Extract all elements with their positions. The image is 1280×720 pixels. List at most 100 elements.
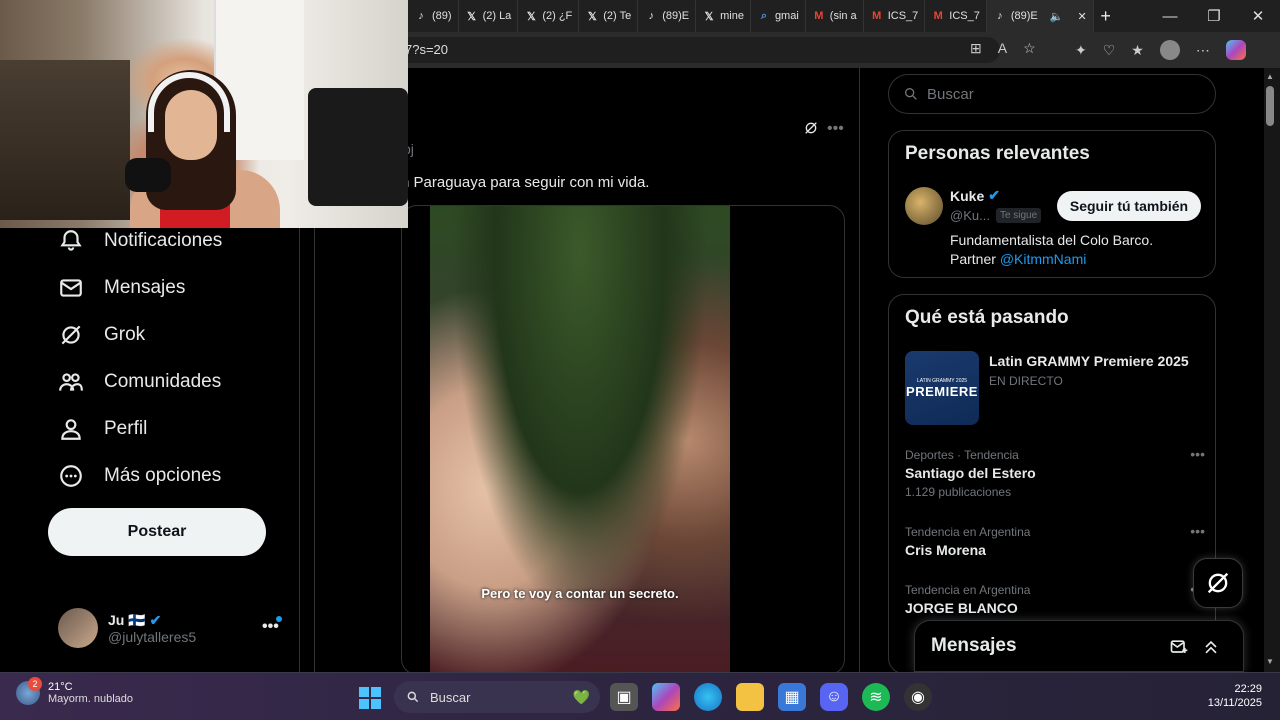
- account-name-row: Ju 🇫🇮 ✔: [108, 612, 196, 629]
- tab-label: (89)E: [1010, 10, 1038, 22]
- window-controls: — ❐ ✕: [1148, 0, 1280, 32]
- bio-link[interactable]: @KitmmNami: [1000, 251, 1087, 267]
- windows-start-icon[interactable]: [359, 687, 381, 709]
- verified-badge-icon: ✔: [988, 187, 1000, 203]
- card-title: Qué está pasando: [905, 307, 1069, 328]
- browser-tab[interactable]: ⌕ gmai: [751, 0, 806, 32]
- extensions-icon[interactable]: ✦: [1075, 42, 1087, 59]
- browser-tab[interactable]: 𝕏 (2) ¿F: [518, 0, 580, 32]
- new-message-icon[interactable]: [1169, 637, 1189, 657]
- nav-notifications[interactable]: Notificaciones: [58, 228, 222, 254]
- expand-icon[interactable]: [1201, 637, 1221, 657]
- browser-tab[interactable]: ♪ (89)E: [638, 0, 697, 32]
- person-icon: [61, 419, 81, 440]
- trend-more-icon[interactable]: •••: [1190, 523, 1205, 539]
- account-name: Ju 🇫🇮: [108, 611, 146, 628]
- follow-back-button[interactable]: Seguir tú también: [1057, 191, 1201, 221]
- split-screen-icon[interactable]: ⊞: [970, 40, 982, 57]
- performance-icon[interactable]: ♡: [1103, 42, 1116, 59]
- trend-context: Tendencia en Argentina: [905, 525, 1031, 539]
- menu-icon[interactable]: ⋯: [1196, 42, 1210, 59]
- x-icon: 𝕏: [526, 10, 536, 23]
- trend-more-icon[interactable]: •••: [1190, 446, 1205, 462]
- copilot-icon[interactable]: [1225, 40, 1246, 60]
- user-handle-row: @Ku... Te sigue: [950, 208, 1042, 223]
- spotify-icon[interactable]: ≋: [862, 683, 890, 711]
- restore-button[interactable]: ❐: [1192, 7, 1236, 25]
- weather-icon: 2: [16, 677, 42, 705]
- gmail-icon: M: [814, 10, 824, 22]
- tiktok-icon: ♪: [997, 10, 1003, 22]
- browser-tab[interactable]: 𝕏mine: [696, 0, 751, 32]
- scroll-down-arrow[interactable]: ▼: [1266, 657, 1274, 666]
- speaker-icon[interactable]: 🔈: [1050, 10, 1064, 23]
- browser-tab[interactable]: M ICS_7: [864, 0, 926, 32]
- read-aloud-icon[interactable]: A: [998, 40, 1007, 57]
- obs-icon[interactable]: ◉: [904, 683, 932, 711]
- discord-icon[interactable]: ☺: [820, 683, 848, 711]
- tab-label: mine: [720, 10, 744, 22]
- taskbar-search[interactable]: Buscar 💚: [394, 681, 600, 713]
- search-input[interactable]: Buscar: [888, 74, 1216, 114]
- live-event-title[interactable]: Latin GRAMMY Premiere 2025: [989, 353, 1189, 369]
- webcam-background: [0, 60, 130, 220]
- store-icon[interactable]: ▦: [778, 683, 806, 711]
- latin-grammy-thumbnail[interactable]: LATIN GRAMMY 2025 PREMIERE: [905, 351, 979, 425]
- taskbar-search-label: Buscar: [430, 689, 471, 705]
- favorite-star-icon[interactable]: ☆: [1023, 40, 1036, 57]
- weather-temp: 21°C: [48, 681, 73, 693]
- trend-item[interactable]: Tendencia en Argentina Cris Morena •••: [905, 523, 1205, 558]
- scrollbar[interactable]: [1264, 68, 1280, 672]
- tiktok-icon: ♪: [648, 10, 654, 22]
- trend-title: Cris Morena: [905, 542, 986, 558]
- new-tab-button[interactable]: +: [1094, 6, 1118, 27]
- post-more-icon[interactable]: •••: [827, 120, 844, 138]
- avatar[interactable]: [905, 187, 943, 225]
- nav-messages[interactable]: Mensajes: [58, 275, 185, 301]
- system-clock[interactable]: 22:29 13/11/2025: [1196, 683, 1262, 709]
- nav-communities[interactable]: Comunidades: [58, 369, 221, 395]
- account-switcher[interactable]: Ju 🇫🇮 ✔ @julytalleres5: [58, 608, 196, 648]
- grok-icon: [61, 325, 81, 345]
- scroll-thumb[interactable]: [1266, 86, 1274, 126]
- post-button[interactable]: Postear: [48, 508, 266, 556]
- x-icon: 𝕏: [587, 10, 597, 23]
- task-view-icon[interactable]: ▣: [610, 683, 638, 711]
- nav-label: Comunidades: [104, 371, 222, 392]
- browser-tab[interactable]: M (sin a: [806, 0, 864, 32]
- nav-more-options[interactable]: Más opciones: [58, 463, 221, 489]
- copilot-icon[interactable]: [652, 683, 680, 711]
- video-player[interactable]: Pero te voy a contar un secreto.: [430, 206, 730, 674]
- tiktok-icon: ♪: [418, 10, 424, 22]
- search-icon: [407, 691, 419, 703]
- edge-icon[interactable]: [694, 683, 722, 711]
- grok-explain-icon[interactable]: [803, 120, 819, 141]
- trend-item[interactable]: Deportes · Tendencia Santiago del Estero…: [905, 446, 1205, 499]
- nav-profile[interactable]: Perfil: [58, 416, 147, 442]
- user-name-row[interactable]: Kuke ✔: [950, 187, 1000, 204]
- browser-tab-active[interactable]: ♪ (89)E 🔈 ✕: [986, 0, 1094, 32]
- browser-tab[interactable]: 𝕏 (2) Te: [579, 0, 639, 32]
- post-media[interactable]: Pero te voy a contar un secreto.: [401, 205, 845, 675]
- close-window-button[interactable]: ✕: [1236, 7, 1280, 25]
- close-tab-icon[interactable]: ✕: [1077, 10, 1086, 23]
- grok-floating-button[interactable]: [1193, 558, 1243, 608]
- favorites-icon[interactable]: ★: [1131, 42, 1144, 59]
- weather-desc: Mayorm. nublado: [48, 693, 133, 705]
- profile-avatar[interactable]: [1159, 40, 1180, 60]
- search-icon: [905, 88, 917, 100]
- weather-widget[interactable]: 2 21°C Mayorm. nublado: [16, 677, 133, 705]
- nav-grok[interactable]: Grok: [58, 322, 145, 348]
- clock-time: 22:29: [1234, 683, 1262, 695]
- file-explorer-icon[interactable]: [736, 683, 764, 711]
- tab-label: (2) Te: [603, 10, 632, 22]
- minimize-button[interactable]: —: [1148, 8, 1192, 25]
- scroll-up-arrow[interactable]: ▲: [1266, 72, 1274, 81]
- browser-tab[interactable]: 𝕏 (2) La: [459, 0, 519, 32]
- trend-item[interactable]: Tendencia en Argentina JORGE BLANCO •••: [905, 581, 1205, 616]
- browser-tab[interactable]: ♪ (89): [408, 0, 459, 32]
- nav-label: Mensajes: [104, 277, 186, 298]
- browser-tab[interactable]: M ICS_7: [925, 0, 987, 32]
- messages-drawer[interactable]: Mensajes: [914, 620, 1244, 672]
- bell-icon: [60, 230, 82, 251]
